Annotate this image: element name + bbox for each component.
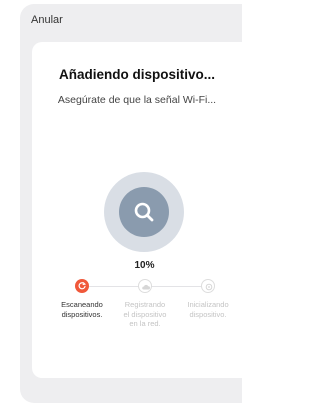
scan-indicator-core xyxy=(119,187,169,237)
refresh-icon xyxy=(78,282,87,290)
cancel-button[interactable]: Anular xyxy=(31,14,63,26)
scan-indicator xyxy=(104,172,184,252)
wifi-hint: Asegúrate de que la señal Wi-Fi... xyxy=(57,94,217,106)
modal-sheet: Anular Añadiendo dispositivo... Asegúrat… xyxy=(20,4,242,403)
step-2-label: Registrando el dispositivo en la red. xyxy=(123,300,167,328)
cloud-icon xyxy=(142,284,151,290)
search-icon xyxy=(134,202,154,222)
step-2-indicator xyxy=(138,279,152,293)
sync-icon xyxy=(205,283,213,291)
step-1-indicator xyxy=(75,279,89,293)
step-3-label: Inicializando dispositivo. xyxy=(187,300,229,319)
progress-percent: 10% xyxy=(134,260,155,271)
step-3-indicator xyxy=(201,279,215,293)
page-title: Añadiendo dispositivo... xyxy=(58,67,215,82)
step-1-label: Escaneando dispositivos. xyxy=(61,300,103,319)
progress-card: Añadiendo dispositivo... Asegúrate de qu… xyxy=(32,42,242,378)
